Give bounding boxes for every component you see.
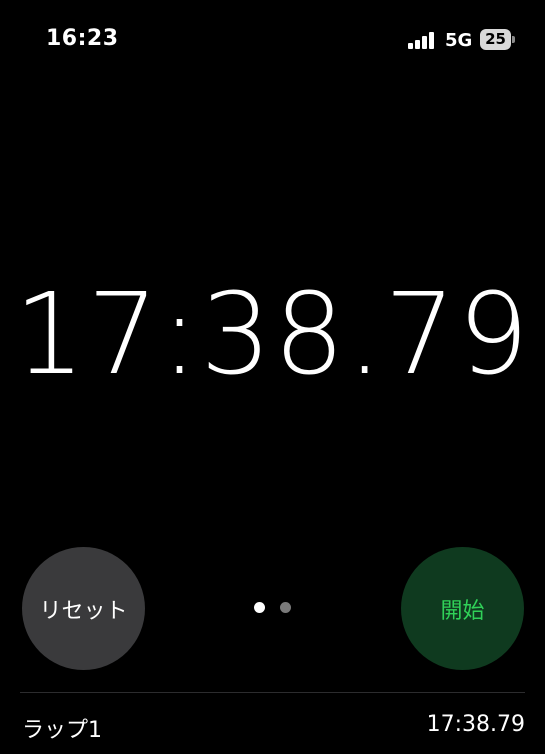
reset-button[interactable]: リセット [22,547,145,670]
signal-icon [408,31,438,49]
battery-level: 25 [485,30,506,48]
lap-label: ラップ1 [22,718,102,743]
page-dot-inactive[interactable] [280,602,291,613]
reset-button-label: リセット [39,598,128,624]
stopwatch-display: 17:38.79 [14,270,531,400]
battery-icon: 25 [480,29,515,50]
lap-row: ラップ1 17:38.79 [0,700,545,750]
network-type: 5G [445,30,473,51]
start-button[interactable]: 開始 [401,547,524,670]
lap-divider [20,692,525,693]
status-bar: 16:23 5G 25 [0,0,545,80]
page-dot-active[interactable] [254,602,265,613]
page-indicator[interactable] [254,602,294,614]
lap-time: 17:38.79 [426,712,525,737]
start-button-label: 開始 [440,598,485,624]
status-time: 16:23 [46,26,119,51]
